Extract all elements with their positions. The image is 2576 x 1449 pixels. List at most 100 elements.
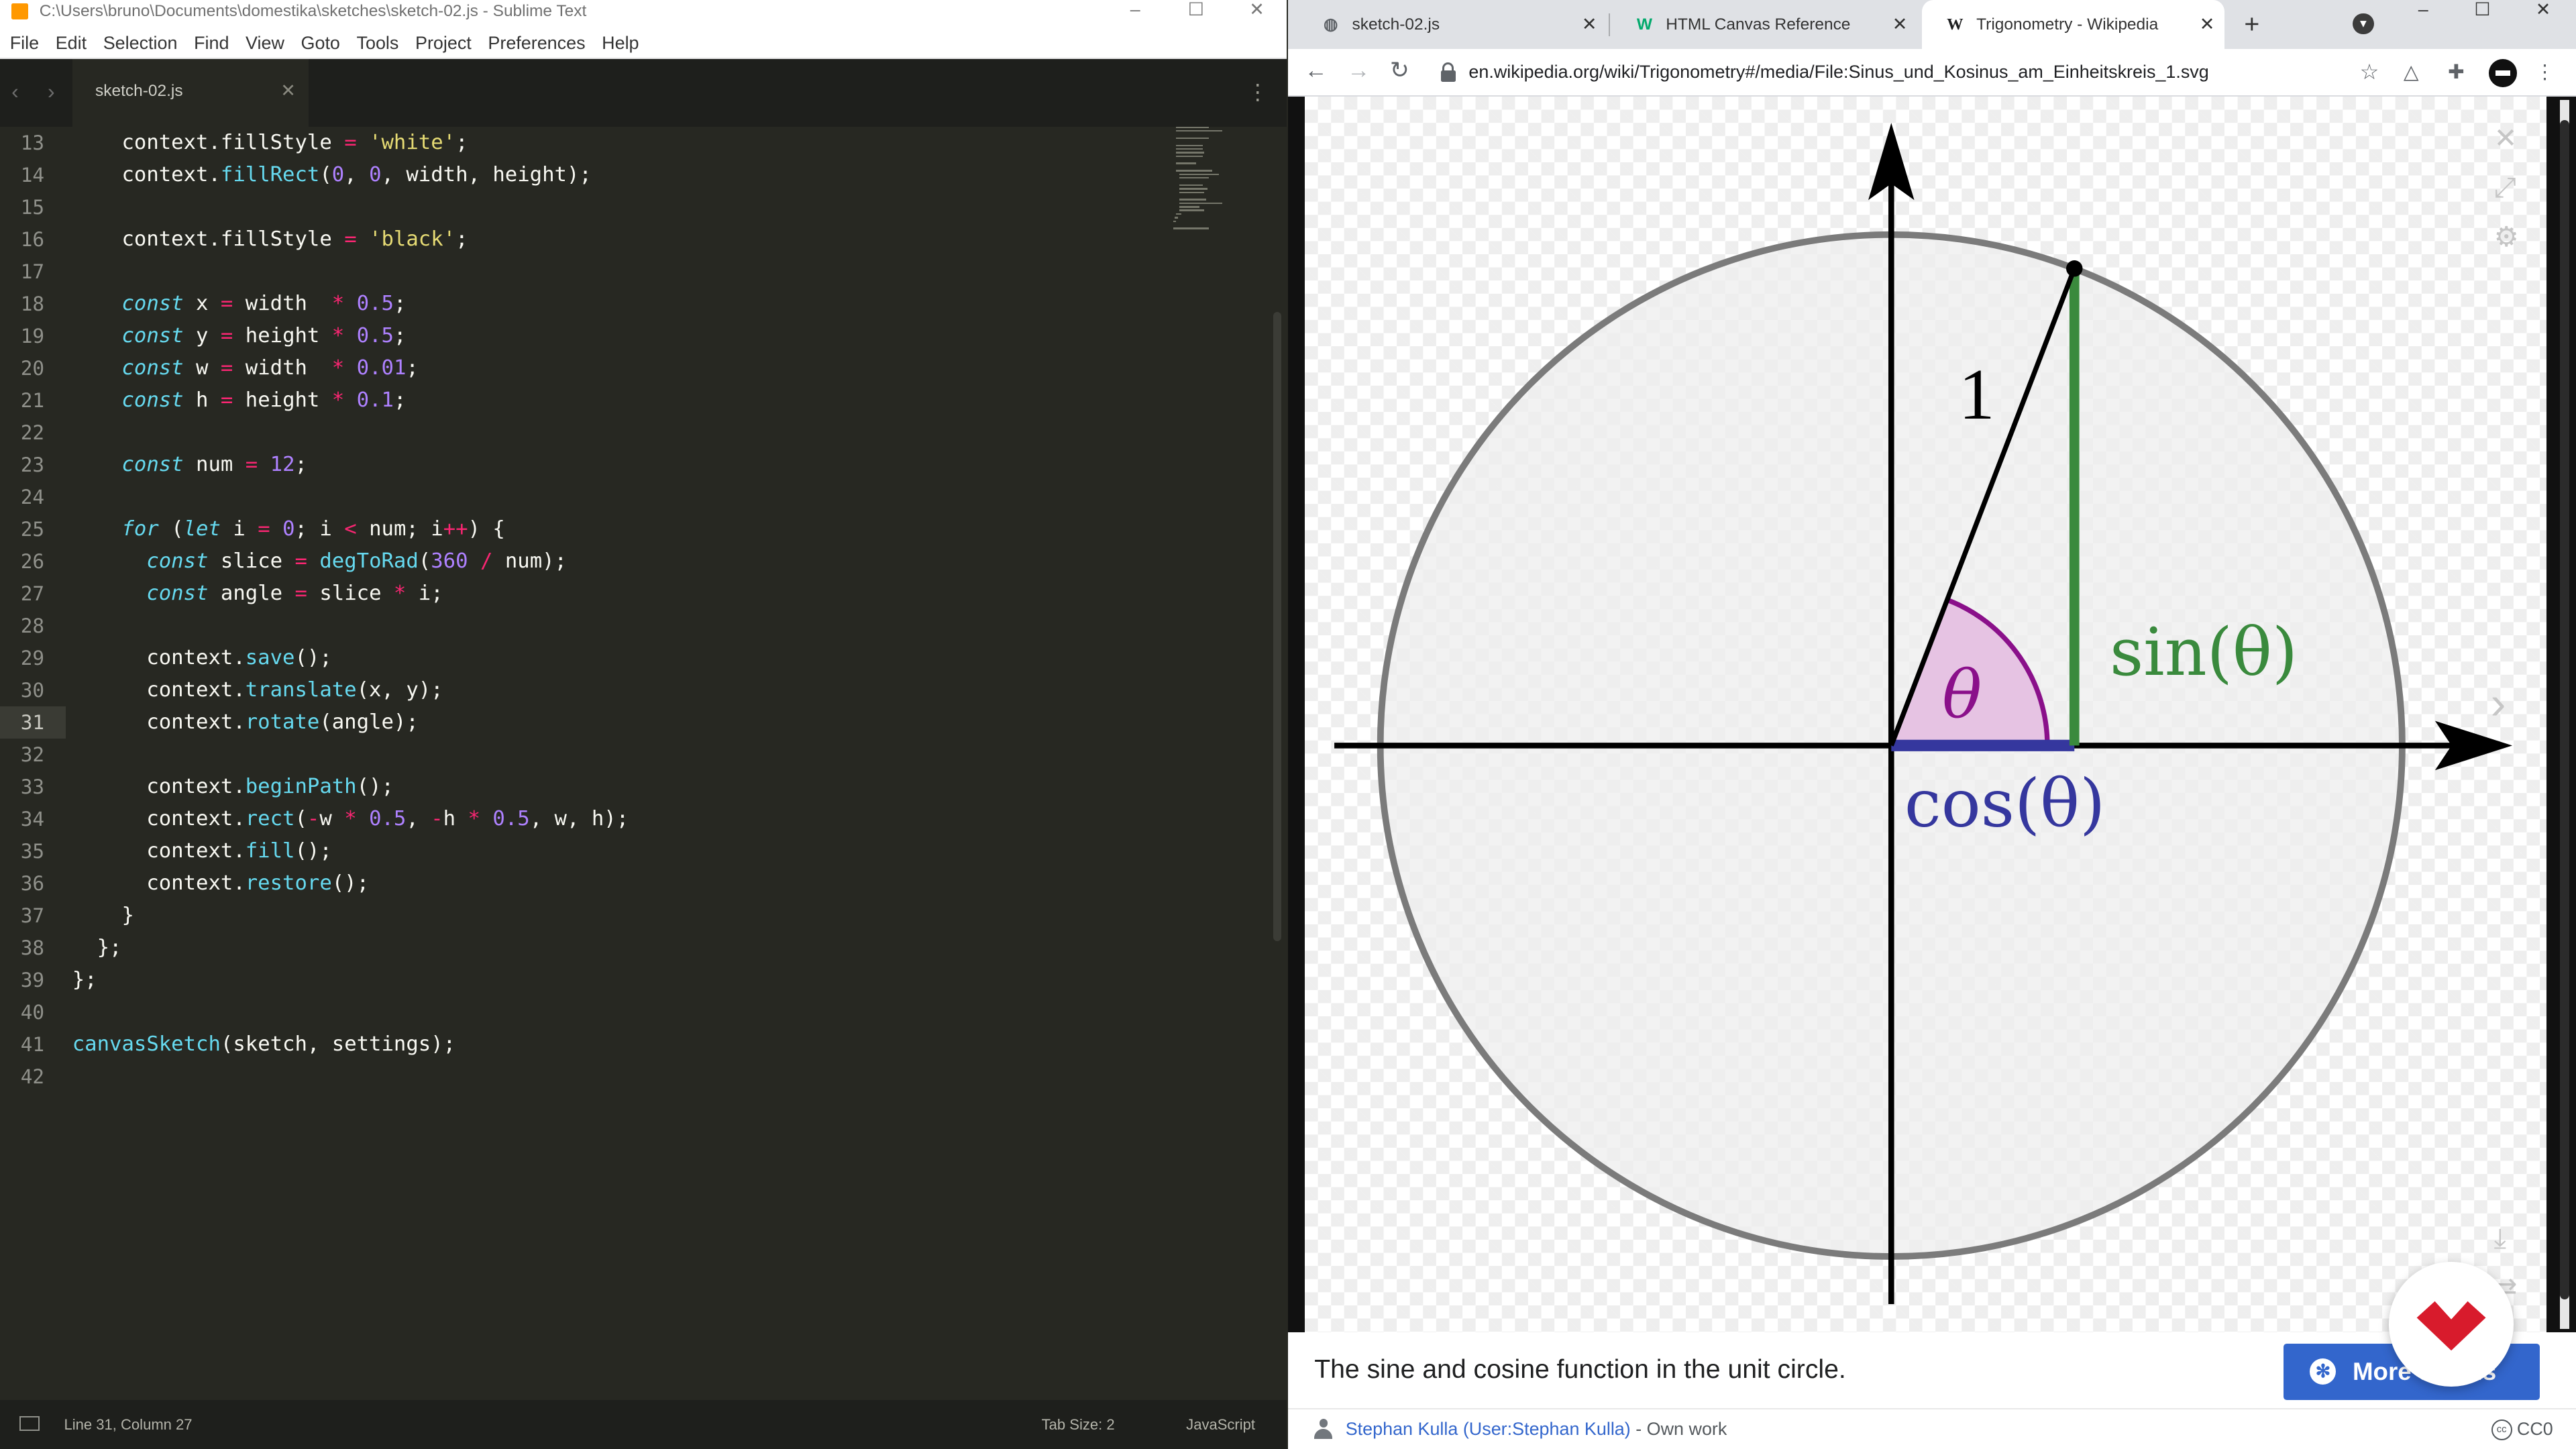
code-text: context.beginPath(); [72, 774, 394, 798]
code-editor[interactable]: 13 context.fillStyle = 'white'; 14 contex… [0, 126, 1287, 1400]
drive-extension-icon[interactable]: △ [2404, 61, 2419, 84]
close-tab-icon[interactable]: ✕ [1892, 0, 1908, 49]
code-line[interactable]: 27 const angle = slice * i; [0, 578, 1287, 610]
viewer-scrollbar[interactable] [2559, 100, 2570, 1330]
reload-icon[interactable]: ↻ [1390, 58, 1409, 84]
menu-find[interactable]: Find [194, 33, 229, 53]
code-line[interactable]: 19 const y = height * 0.5; [0, 320, 1287, 352]
globe-icon: ◍ [1323, 15, 1338, 34]
code-line[interactable]: 40 [0, 996, 1287, 1028]
url-text[interactable]: en.wikipedia.org/wiki/Trigonometry#/medi… [1468, 56, 2208, 89]
editor-tab[interactable]: sketch-02.js ✕ [72, 59, 309, 127]
fullscreen-icon[interactable]: ⤢ [2494, 172, 2516, 202]
close-tab-icon[interactable]: ✕ [1582, 0, 1597, 49]
minimize-icon[interactable]: – [1111, 0, 1160, 23]
code-line[interactable]: 38 }; [0, 932, 1287, 964]
new-tab-icon[interactable]: + [2244, 0, 2259, 49]
line-number: 32 [20, 743, 45, 766]
menu-preferences[interactable]: Preferences [488, 33, 585, 53]
code-line[interactable]: 23 const num = 12; [0, 449, 1287, 481]
line-number: 31 [20, 710, 45, 734]
menu-view[interactable]: View [246, 33, 284, 53]
next-image-icon[interactable]: › [2491, 680, 2506, 726]
license-badge[interactable]: cc CC0 [2491, 1409, 2553, 1449]
tab-search-icon[interactable]: ▾ [2352, 13, 2374, 35]
line-number: 25 [20, 517, 45, 541]
maximize-icon[interactable]: ☐ [2458, 0, 2507, 23]
line-number: 22 [20, 421, 45, 444]
code-line[interactable]: 28 [0, 610, 1287, 642]
back-icon[interactable]: ← [1305, 58, 1328, 84]
code-line[interactable]: 35 context.fill(); [0, 835, 1287, 867]
chrome-menu-icon[interactable]: ⋮ [2535, 61, 2555, 84]
code-line[interactable]: 21 const h = height * 0.1; [0, 384, 1287, 417]
profile-extension-icon[interactable] [2489, 59, 2517, 87]
minimap[interactable] [1173, 126, 1226, 241]
bookmark-star-icon[interactable]: ☆ [2360, 56, 2379, 89]
code-text: const h = height * 0.1; [121, 388, 407, 412]
code-line[interactable]: 30 context.translate(x, y); [0, 674, 1287, 706]
extensions-puzzle-icon[interactable]: ✚ [2448, 61, 2465, 84]
maximize-icon[interactable]: ☐ [1171, 0, 1220, 23]
media-viewer: 1 θ sin(θ) cos(θ) ✕ ⤢ ⚙ › ⤓ ⇄ [1288, 97, 2576, 1333]
panel-toggle-icon[interactable] [19, 1416, 40, 1432]
code-line[interactable]: 26 const slice = degToRad(360 / num); [0, 545, 1287, 578]
author-link[interactable]: Stephan Kulla (User:Stephan Kulla) [1346, 1419, 1631, 1439]
close-window-icon[interactable]: ✕ [2518, 0, 2567, 23]
code-line[interactable]: 42 [0, 1061, 1287, 1093]
menu-project[interactable]: Project [415, 33, 472, 53]
code-line[interactable]: 15 [0, 191, 1287, 223]
code-line[interactable]: 18 const x = width * 0.5; [0, 288, 1287, 320]
close-viewer-icon[interactable]: ✕ [2494, 123, 2518, 153]
code-text: context.restore(); [72, 871, 370, 895]
code-line[interactable]: 36 context.restore(); [0, 867, 1287, 900]
forward-icon[interactable]: → [1347, 58, 1370, 84]
syntax-indicator[interactable]: JavaScript [1186, 1400, 1255, 1449]
close-tab-icon[interactable]: ✕ [2200, 0, 2215, 49]
editor-scrollbar[interactable] [1273, 312, 1282, 942]
commons-icon: ✻ [2310, 1358, 2337, 1385]
code-text: for (let i = 0; i < num; i++) { [121, 517, 505, 541]
code-line[interactable]: 17 [0, 256, 1287, 288]
code-line[interactable]: 41 canvasSketch(sketch, settings); [0, 1028, 1287, 1061]
code-line[interactable]: 37 } [0, 900, 1287, 932]
code-line[interactable]: 32 [0, 739, 1287, 771]
viewer-scrollbar-thumb[interactable] [2559, 119, 2570, 1300]
tab-overflow-icon[interactable]: ⋮ [1247, 79, 1269, 105]
tab-right-arrow-icon[interactable]: › [48, 79, 55, 104]
code-line[interactable]: 13 context.fillStyle = 'white'; [0, 127, 1287, 159]
chrome-window: ◍ sketch-02.js ✕ W HTML Canvas Reference… [1288, 0, 2576, 1449]
settings-gear-icon[interactable]: ⚙ [2494, 221, 2519, 252]
browser-tab-trigonometry[interactable]: W Trigonometry - Wikipedia ✕ [1922, 0, 2224, 50]
code-line[interactable]: 34 context.rect(-w * 0.5, -h * 0.5, w, h… [0, 803, 1287, 835]
menu-goto[interactable]: Goto [301, 33, 340, 53]
code-line[interactable]: 29 context.save(); [0, 642, 1287, 674]
code-line[interactable]: 14 context.fillRect(0, 0, width, height)… [0, 159, 1287, 191]
code-line[interactable]: 39}; [0, 964, 1287, 996]
editor-tab-label: sketch-02.js [95, 82, 183, 101]
download-icon[interactable]: ⤓ [2494, 1224, 2506, 1253]
code-line[interactable]: 33 context.beginPath(); [0, 771, 1287, 803]
code-line[interactable]: 25 for (let i = 0; i < num; i++) { [0, 513, 1287, 545]
tab-size-indicator[interactable]: Tab Size: 2 [1042, 1400, 1115, 1449]
code-line[interactable]: 22 [0, 417, 1287, 449]
minimize-icon[interactable]: – [2399, 0, 2448, 23]
menu-edit[interactable]: Edit [56, 33, 87, 53]
close-tab-icon[interactable]: ✕ [280, 80, 296, 101]
menu-help[interactable]: Help [602, 33, 639, 53]
browser-tab-sketch[interactable]: ◍ sketch-02.js ✕ [1298, 0, 1607, 49]
line-number: 26 [20, 549, 45, 573]
code-line[interactable]: 31 context.rotate(angle); [0, 706, 1287, 739]
menu-tools[interactable]: Tools [357, 33, 399, 53]
menu-selection[interactable]: Selection [103, 33, 178, 53]
code-line[interactable]: 20 const w = width * 0.01; [0, 352, 1287, 384]
close-window-icon[interactable]: ✕ [1232, 0, 1281, 23]
code-text: }; [72, 967, 97, 991]
menu-file[interactable]: File [10, 33, 39, 53]
address-bar[interactable]: en.wikipedia.org/wiki/Trigonometry#/medi… [1432, 56, 2385, 89]
unit-circle-figure: 1 θ sin(θ) cos(θ) [1304, 97, 2546, 1333]
browser-tab-canvas-reference[interactable]: W HTML Canvas Reference ✕ [1611, 0, 1917, 49]
code-line[interactable]: 24 [0, 481, 1287, 513]
code-line[interactable]: 16 context.fillStyle = 'black'; [0, 223, 1287, 256]
tab-left-arrow-icon[interactable]: ‹ [11, 79, 19, 104]
